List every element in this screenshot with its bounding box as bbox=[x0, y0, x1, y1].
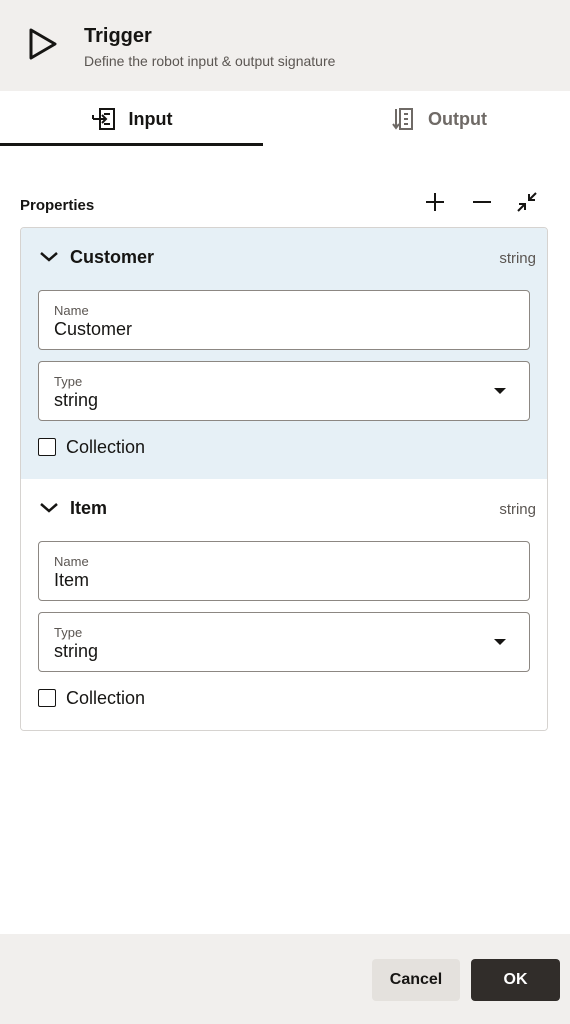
collection-label: Collection bbox=[66, 436, 146, 457]
tab-output[interactable]: Output bbox=[307, 91, 570, 147]
collection-checkbox[interactable]: Collection bbox=[38, 685, 145, 711]
checkbox-box[interactable] bbox=[38, 438, 56, 456]
name-field[interactable]: Name Item bbox=[38, 541, 530, 601]
name-field-value: Customer bbox=[54, 319, 133, 339]
property-name: Customer bbox=[70, 247, 155, 267]
play-icon bbox=[29, 28, 57, 60]
checkbox-box[interactable] bbox=[38, 689, 56, 707]
collapse-all-icon[interactable] bbox=[513, 188, 541, 216]
caret-down-icon bbox=[494, 639, 506, 645]
collection-checkbox[interactable]: Collection bbox=[38, 434, 145, 460]
type-select-value: string bbox=[54, 641, 99, 661]
properties-panel: Customer string Name Customer Type strin… bbox=[20, 227, 548, 731]
name-field-label: Name bbox=[54, 303, 89, 318]
ok-button[interactable]: OK bbox=[471, 959, 560, 1001]
chevron-down-icon bbox=[40, 503, 58, 513]
name-field[interactable]: Name Customer bbox=[38, 290, 530, 350]
type-select-label: Type bbox=[54, 374, 83, 389]
dialog-header: Trigger Define the robot input & output … bbox=[0, 0, 570, 91]
chevron-down-icon bbox=[40, 252, 58, 262]
property-type-tag: string bbox=[499, 250, 536, 267]
caret-down-icon bbox=[494, 388, 506, 394]
property-header[interactable]: Item string bbox=[21, 479, 547, 537]
property-type-tag: string bbox=[499, 501, 536, 518]
type-select[interactable]: Type string bbox=[38, 612, 530, 672]
dialog-footer: Cancel OK bbox=[0, 934, 570, 1024]
property-section-item: Item string Name Item Type string Collec… bbox=[21, 479, 547, 730]
input-icon bbox=[91, 108, 115, 130]
name-field-value: Item bbox=[54, 570, 90, 590]
tab-selected-indicator bbox=[0, 143, 263, 146]
dialog-title: Trigger bbox=[84, 25, 152, 47]
tab-bar: Input Output bbox=[0, 91, 570, 147]
property-header[interactable]: Customer string bbox=[21, 228, 547, 286]
properties-label: Properties bbox=[20, 197, 95, 214]
tab-input-label: Input bbox=[128, 108, 173, 129]
type-select-label: Type bbox=[54, 625, 83, 640]
type-select-value: string bbox=[54, 390, 99, 410]
name-field-label: Name bbox=[54, 554, 89, 569]
tab-input[interactable]: Input bbox=[0, 91, 263, 147]
cancel-button[interactable]: Cancel bbox=[372, 959, 460, 1001]
type-select[interactable]: Type string bbox=[38, 361, 530, 421]
remove-icon[interactable] bbox=[468, 188, 496, 216]
dialog-subtitle: Define the robot input & output signatur… bbox=[84, 53, 336, 69]
add-icon[interactable] bbox=[421, 188, 449, 216]
property-name: Item bbox=[70, 498, 108, 518]
output-icon bbox=[392, 108, 413, 130]
tab-output-label: Output bbox=[428, 108, 487, 129]
collection-label: Collection bbox=[66, 687, 146, 708]
property-section-customer: Customer string Name Customer Type strin… bbox=[21, 228, 547, 479]
